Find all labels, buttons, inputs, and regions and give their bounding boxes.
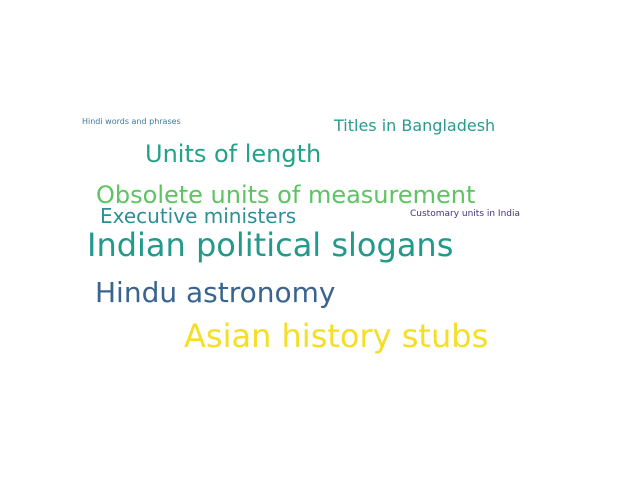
word-asian-history-stubs: Asian history stubs <box>184 317 489 355</box>
word-units-of-length: Units of length <box>145 140 322 168</box>
word-hindi-words-and-phrases: Hindi words and phrases <box>82 117 181 126</box>
word-indian-political-slogans: Indian political slogans <box>87 226 454 264</box>
word-customary-units-in-india: Customary units in India <box>410 209 521 219</box>
word-titles-in-bangladesh: Titles in Bangladesh <box>334 116 496 135</box>
word-cloud: Hindi words and phrases Titles in Bangla… <box>0 0 640 480</box>
word-hindu-astronomy: Hindu astronomy <box>95 276 336 309</box>
word-executive-ministers: Executive ministers <box>100 204 297 228</box>
